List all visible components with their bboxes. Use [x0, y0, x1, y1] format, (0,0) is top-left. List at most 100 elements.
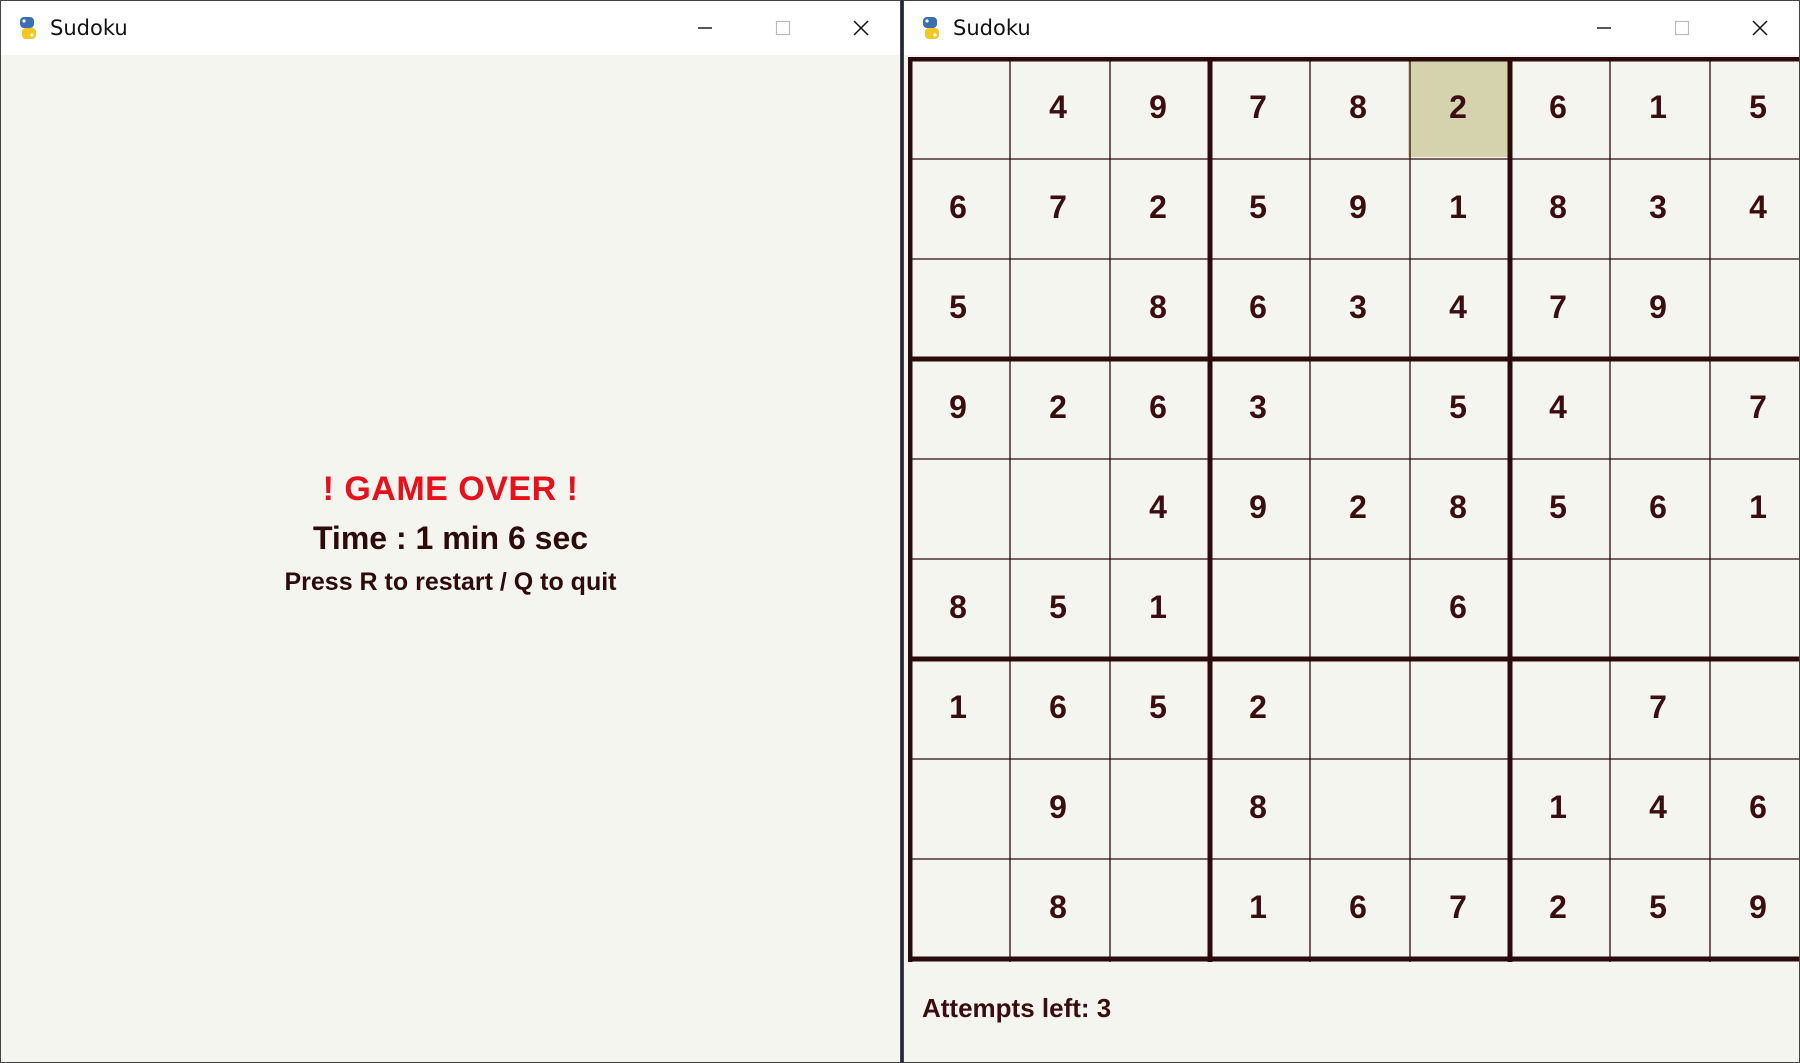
- title-bar[interactable]: Sudoku: [1, 1, 900, 55]
- sudoku-cell[interactable]: 2: [1408, 57, 1508, 157]
- game-over-window: Sudoku ! GAME OVER ! Time : 1 min 6 sec …: [0, 0, 901, 1063]
- sudoku-cell[interactable]: 4: [1108, 457, 1208, 557]
- sudoku-cell[interactable]: 6: [1108, 357, 1208, 457]
- sudoku-cell[interactable]: 4: [1008, 57, 1108, 157]
- minimize-button[interactable]: [666, 1, 744, 55]
- sudoku-cell[interactable]: 7: [1208, 57, 1308, 157]
- maximize-button[interactable]: [1643, 1, 1721, 55]
- sudoku-cell[interactable]: 8: [1008, 857, 1108, 957]
- sudoku-cell[interactable]: [908, 457, 1008, 557]
- sudoku-cell[interactable]: 4: [1708, 157, 1799, 257]
- sudoku-cell[interactable]: 8: [1408, 457, 1508, 557]
- sudoku-cell[interactable]: [1008, 257, 1108, 357]
- sudoku-cell[interactable]: 6: [1608, 457, 1708, 557]
- sudoku-cell[interactable]: 6: [1708, 757, 1799, 857]
- sudoku-cell[interactable]: [1308, 757, 1408, 857]
- sudoku-cell[interactable]: 1: [1108, 557, 1208, 657]
- sudoku-cell[interactable]: 9: [1608, 257, 1708, 357]
- sudoku-cell[interactable]: 9: [1108, 57, 1208, 157]
- sudoku-cell[interactable]: 3: [1208, 357, 1308, 457]
- game-over-canvas[interactable]: ! GAME OVER ! Time : 1 min 6 sec Press R…: [1, 55, 900, 1062]
- sudoku-cell[interactable]: 5: [1008, 557, 1108, 657]
- sudoku-cell[interactable]: 4: [1608, 757, 1708, 857]
- sudoku-cell[interactable]: 2: [1008, 357, 1108, 457]
- sudoku-cell[interactable]: 3: [1308, 257, 1408, 357]
- sudoku-cell[interactable]: 1: [1408, 157, 1508, 257]
- sudoku-cell[interactable]: [1308, 657, 1408, 757]
- sudoku-cell[interactable]: 5: [1508, 457, 1608, 557]
- sudoku-cell[interactable]: 2: [1508, 857, 1608, 957]
- sudoku-cell[interactable]: [1308, 357, 1408, 457]
- sudoku-cell[interactable]: 2: [1208, 657, 1308, 757]
- sudoku-cell[interactable]: [1208, 557, 1308, 657]
- sudoku-cell[interactable]: 1: [1208, 857, 1308, 957]
- sudoku-cell[interactable]: 2: [1108, 157, 1208, 257]
- maximize-button[interactable]: [744, 1, 822, 55]
- sudoku-cell[interactable]: 9: [908, 357, 1008, 457]
- sudoku-cell[interactable]: [1408, 657, 1508, 757]
- sudoku-cell[interactable]: 8: [908, 557, 1008, 657]
- sudoku-cell[interactable]: 9: [1708, 857, 1799, 957]
- sudoku-cell[interactable]: 8: [1108, 257, 1208, 357]
- sudoku-cell[interactable]: [1608, 557, 1708, 657]
- python-snake-icon: [15, 15, 41, 41]
- sudoku-cell[interactable]: 1: [1708, 457, 1799, 557]
- window-title: Sudoku: [953, 16, 1031, 40]
- sudoku-cell[interactable]: [1608, 357, 1708, 457]
- sudoku-cell[interactable]: 7: [1608, 657, 1708, 757]
- sudoku-cell[interactable]: [1708, 657, 1799, 757]
- sudoku-cell[interactable]: 6: [1208, 257, 1308, 357]
- sudoku-cell[interactable]: 1: [1508, 757, 1608, 857]
- sudoku-cell[interactable]: 6: [1308, 857, 1408, 957]
- attempts-left-label: Attempts left: 3: [922, 993, 1112, 1023]
- elapsed-time: Time : 1 min 6 sec: [312, 520, 589, 556]
- sudoku-cell[interactable]: [1308, 557, 1408, 657]
- sudoku-cell[interactable]: 5: [1108, 657, 1208, 757]
- game-over-title: ! GAME OVER !: [322, 470, 579, 508]
- sudoku-cell[interactable]: 4: [1508, 357, 1608, 457]
- sudoku-cell[interactable]: [908, 857, 1008, 957]
- sudoku-cell[interactable]: 5: [1608, 857, 1708, 957]
- minimize-button[interactable]: [1565, 1, 1643, 55]
- sudoku-cell[interactable]: [908, 757, 1008, 857]
- sudoku-cell[interactable]: 9: [1208, 457, 1308, 557]
- sudoku-cell[interactable]: [908, 57, 1008, 157]
- sudoku-cell[interactable]: 3: [1608, 157, 1708, 257]
- sudoku-cell[interactable]: 1: [908, 657, 1008, 757]
- sudoku-cell[interactable]: 5: [1708, 57, 1799, 157]
- sudoku-cell[interactable]: 5: [1408, 357, 1508, 457]
- sudoku-cell[interactable]: 6: [1408, 557, 1508, 657]
- sudoku-grid[interactable]: 4978261567259183458634799263547492856185…: [908, 57, 1799, 962]
- sudoku-cell[interactable]: 9: [1008, 757, 1108, 857]
- close-button[interactable]: [1721, 1, 1799, 55]
- sudoku-cell[interactable]: 4: [1408, 257, 1508, 357]
- sudoku-cell[interactable]: [1508, 657, 1608, 757]
- sudoku-cell[interactable]: 6: [908, 157, 1008, 257]
- sudoku-cell[interactable]: 2: [1308, 457, 1408, 557]
- sudoku-cell[interactable]: 6: [1008, 657, 1108, 757]
- sudoku-cell[interactable]: 7: [1508, 257, 1608, 357]
- sudoku-cell[interactable]: [1408, 757, 1508, 857]
- sudoku-cell[interactable]: 1: [1608, 57, 1708, 157]
- sudoku-cell[interactable]: [1108, 757, 1208, 857]
- sudoku-cell[interactable]: 8: [1208, 757, 1308, 857]
- sudoku-cell[interactable]: [1708, 557, 1799, 657]
- sudoku-cell[interactable]: [1708, 257, 1799, 357]
- sudoku-cell[interactable]: 7: [1408, 857, 1508, 957]
- sudoku-cell[interactable]: 5: [908, 257, 1008, 357]
- sudoku-board-window: Sudoku 497826156725918345863479926354749…: [903, 0, 1800, 1063]
- sudoku-cell[interactable]: 5: [1208, 157, 1308, 257]
- sudoku-cell[interactable]: 7: [1008, 157, 1108, 257]
- sudoku-cell[interactable]: [1508, 557, 1608, 657]
- restart-quit-instructions: Press R to restart / Q to quit: [284, 568, 617, 596]
- game-canvas[interactable]: 4978261567259183458634799263547492856185…: [904, 55, 1799, 1062]
- sudoku-cell[interactable]: [1008, 457, 1108, 557]
- sudoku-cell[interactable]: 6: [1508, 57, 1608, 157]
- sudoku-cell[interactable]: [1108, 857, 1208, 957]
- sudoku-cell[interactable]: 8: [1508, 157, 1608, 257]
- title-bar[interactable]: Sudoku: [904, 1, 1799, 55]
- sudoku-cell[interactable]: 7: [1708, 357, 1799, 457]
- sudoku-cell[interactable]: 9: [1308, 157, 1408, 257]
- close-button[interactable]: [822, 1, 900, 55]
- sudoku-cell[interactable]: 8: [1308, 57, 1408, 157]
